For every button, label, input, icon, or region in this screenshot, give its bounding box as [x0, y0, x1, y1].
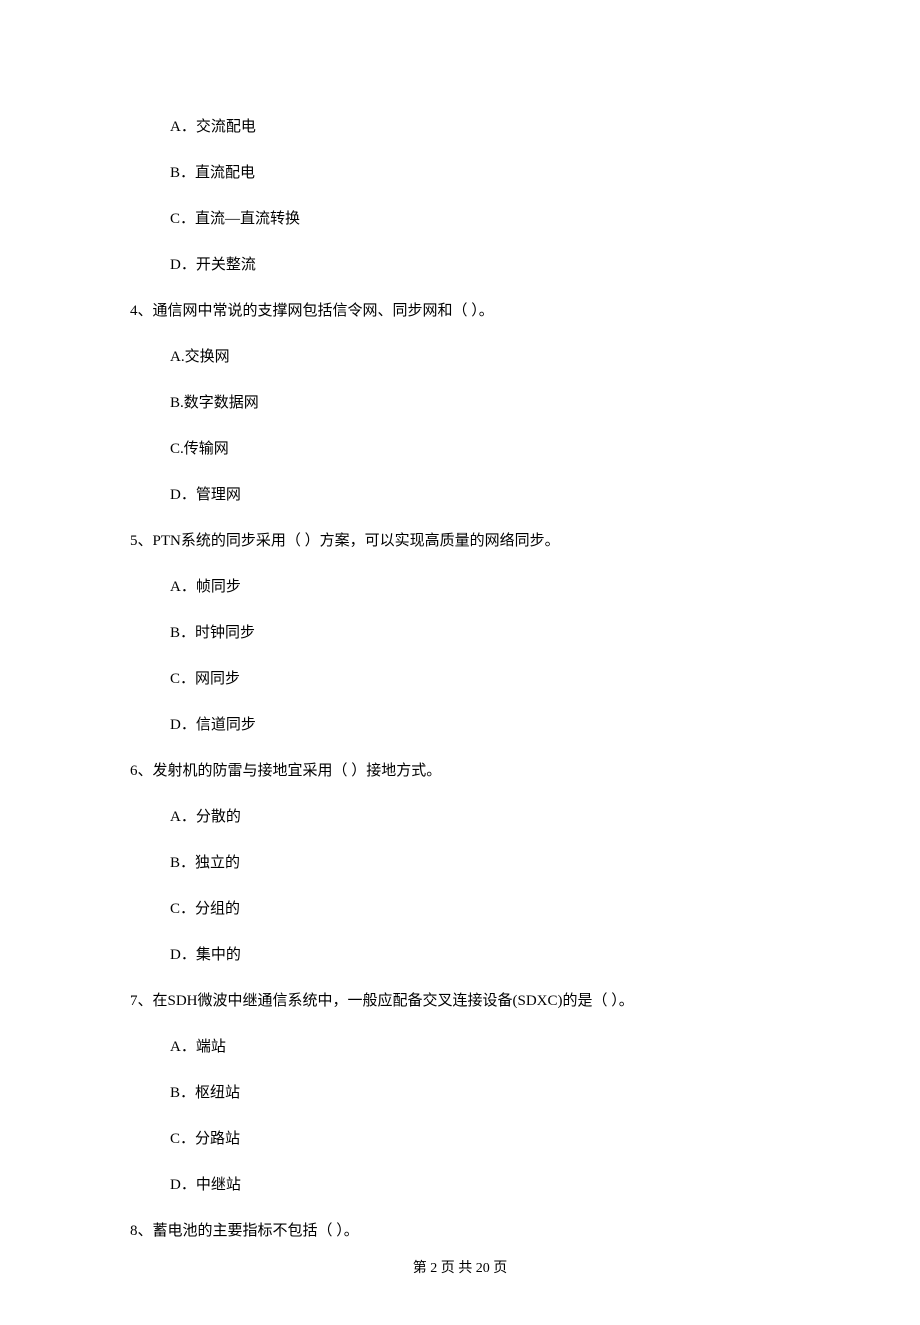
- q7-text: 7、在SDH微波中继通信系统中，一般应配备交叉连接设备(SDXC)的是（ ）。: [130, 989, 790, 1013]
- q4-option-a: A.交换网: [130, 345, 790, 369]
- q3-option-a: A．交流配电: [130, 115, 790, 139]
- q4-option-c: C.传输网: [130, 437, 790, 461]
- page-footer: 第 2 页 共 20 页: [0, 1257, 920, 1277]
- q6-option-d: D．集中的: [130, 943, 790, 967]
- q5-option-a: A．帧同步: [130, 575, 790, 599]
- q4-option-b: B.数字数据网: [130, 391, 790, 415]
- q5-option-b: B．时钟同步: [130, 621, 790, 645]
- q6-option-c: C．分组的: [130, 897, 790, 921]
- q5-text: 5、PTN系统的同步采用（ ）方案，可以实现高质量的网络同步。: [130, 529, 790, 553]
- q3-option-c: C．直流—直流转换: [130, 207, 790, 231]
- q6-option-a: A．分散的: [130, 805, 790, 829]
- q7-option-c: C．分路站: [130, 1127, 790, 1151]
- q7-option-a: A．端站: [130, 1035, 790, 1059]
- q5-option-c: C．网同步: [130, 667, 790, 691]
- q7-option-d: D．中继站: [130, 1173, 790, 1197]
- q6-text: 6、发射机的防雷与接地宜采用（ ）接地方式。: [130, 759, 790, 783]
- q8-text: 8、蓄电池的主要指标不包括（ ）。: [130, 1219, 790, 1243]
- q4-text: 4、通信网中常说的支撑网包括信令网、同步网和（ ）。: [130, 299, 790, 323]
- q6-option-b: B．独立的: [130, 851, 790, 875]
- q4-option-d: D．管理网: [130, 483, 790, 507]
- q7-option-b: B．枢纽站: [130, 1081, 790, 1105]
- q3-option-d: D．开关整流: [130, 253, 790, 277]
- page-content: A．交流配电 B．直流配电 C．直流—直流转换 D．开关整流 4、通信网中常说的…: [0, 0, 920, 1325]
- q5-option-d: D．信道同步: [130, 713, 790, 737]
- q3-option-b: B．直流配电: [130, 161, 790, 185]
